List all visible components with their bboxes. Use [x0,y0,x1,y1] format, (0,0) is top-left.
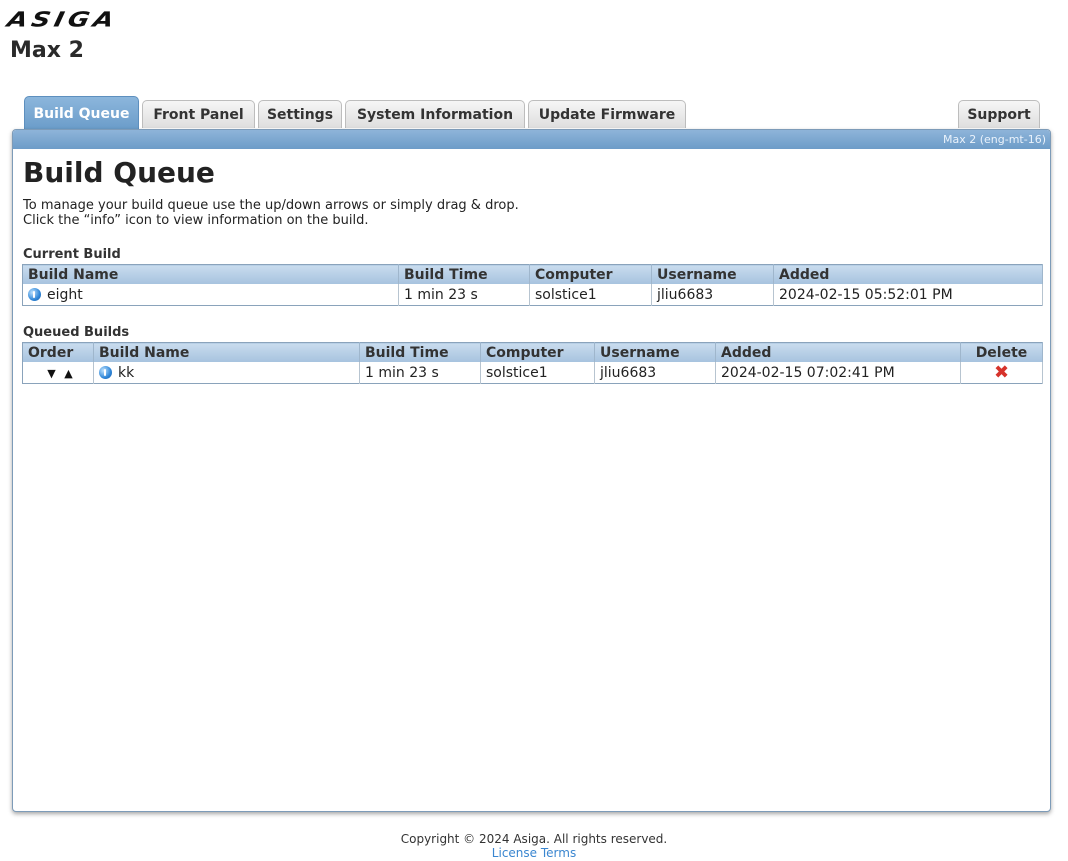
order-cell: ▼ ▲ [22,362,94,384]
arrow-up-icon[interactable]: ▲ [64,367,72,380]
col-delete: Delete [960,342,1043,362]
current-build-header: Build Name Build Time Computer Username … [22,264,1043,284]
col-username: Username [651,264,774,284]
header: ASIGA Max 2 [0,0,1068,100]
table-row: eight 1 min 23 s solstice1 jliu6683 2024… [22,284,1043,306]
main-panel: Max 2 (eng-mt-16) Build Queue To manage … [12,129,1051,812]
current-build-title: Current Build [23,247,121,262]
asiga-logo: ASIGA [4,8,120,32]
info-icon[interactable] [99,365,112,379]
delete-cell: ✖ [960,362,1043,384]
col-computer: Computer [529,264,652,284]
username: jliu6683 [651,284,774,306]
intro-line-2: Click the “info” icon to view informatio… [23,213,369,228]
intro-text: To manage your build queue use the up/do… [23,198,519,228]
tab-system-information[interactable]: System Information [345,100,525,128]
build-name: eight [47,286,83,303]
computer: solstice1 [529,284,652,306]
delete-x-icon[interactable]: ✖ [994,362,1009,383]
added: 2024-02-15 05:52:01 PM [773,284,1043,306]
license-terms-link[interactable]: License Terms [492,846,576,860]
col-build-name: Build Name [93,342,360,362]
queued-builds-table: Order Build Name Build Time Computer Use… [22,342,1043,384]
tab-settings[interactable]: Settings [258,100,342,128]
username: jliu6683 [594,362,716,384]
printer-name: Max 2 [10,38,84,63]
current-build-table: Build Name Build Time Computer Username … [22,264,1043,306]
build-time: 1 min 23 s [359,362,481,384]
tab-front-panel[interactable]: Front Panel [142,100,255,128]
col-order: Order [22,342,94,362]
col-computer: Computer [480,342,595,362]
tab-update-firmware[interactable]: Update Firmware [528,100,686,128]
build-name-cell: kk [93,362,360,384]
build-name: kk [118,364,135,381]
device-label: Max 2 (eng-mt-16) [13,130,1050,149]
col-build-name: Build Name [22,264,399,284]
footer: Copyright © 2024 Asiga. All rights reser… [0,832,1068,860]
col-added: Added [773,264,1043,284]
table-row[interactable]: ▼ ▲ kk 1 min 23 s solstice1 jliu6683 202… [22,362,1043,384]
added: 2024-02-15 07:02:41 PM [715,362,961,384]
build-time: 1 min 23 s [398,284,530,306]
tab-build-queue[interactable]: Build Queue [24,96,139,130]
page-title: Build Queue [23,156,215,189]
col-build-time: Build Time [359,342,481,362]
arrow-down-icon[interactable]: ▼ [47,367,55,380]
computer: solstice1 [480,362,595,384]
info-icon[interactable] [28,287,41,301]
col-build-time: Build Time [398,264,530,284]
col-username: Username [594,342,716,362]
intro-line-1: To manage your build queue use the up/do… [23,198,519,213]
queued-builds-header: Order Build Name Build Time Computer Use… [22,342,1043,362]
queued-builds-title: Queued Builds [23,325,130,340]
col-added: Added [715,342,961,362]
copyright: Copyright © 2024 Asiga. All rights reser… [400,832,668,846]
tab-support[interactable]: Support [958,100,1040,128]
build-name-cell: eight [22,284,399,306]
